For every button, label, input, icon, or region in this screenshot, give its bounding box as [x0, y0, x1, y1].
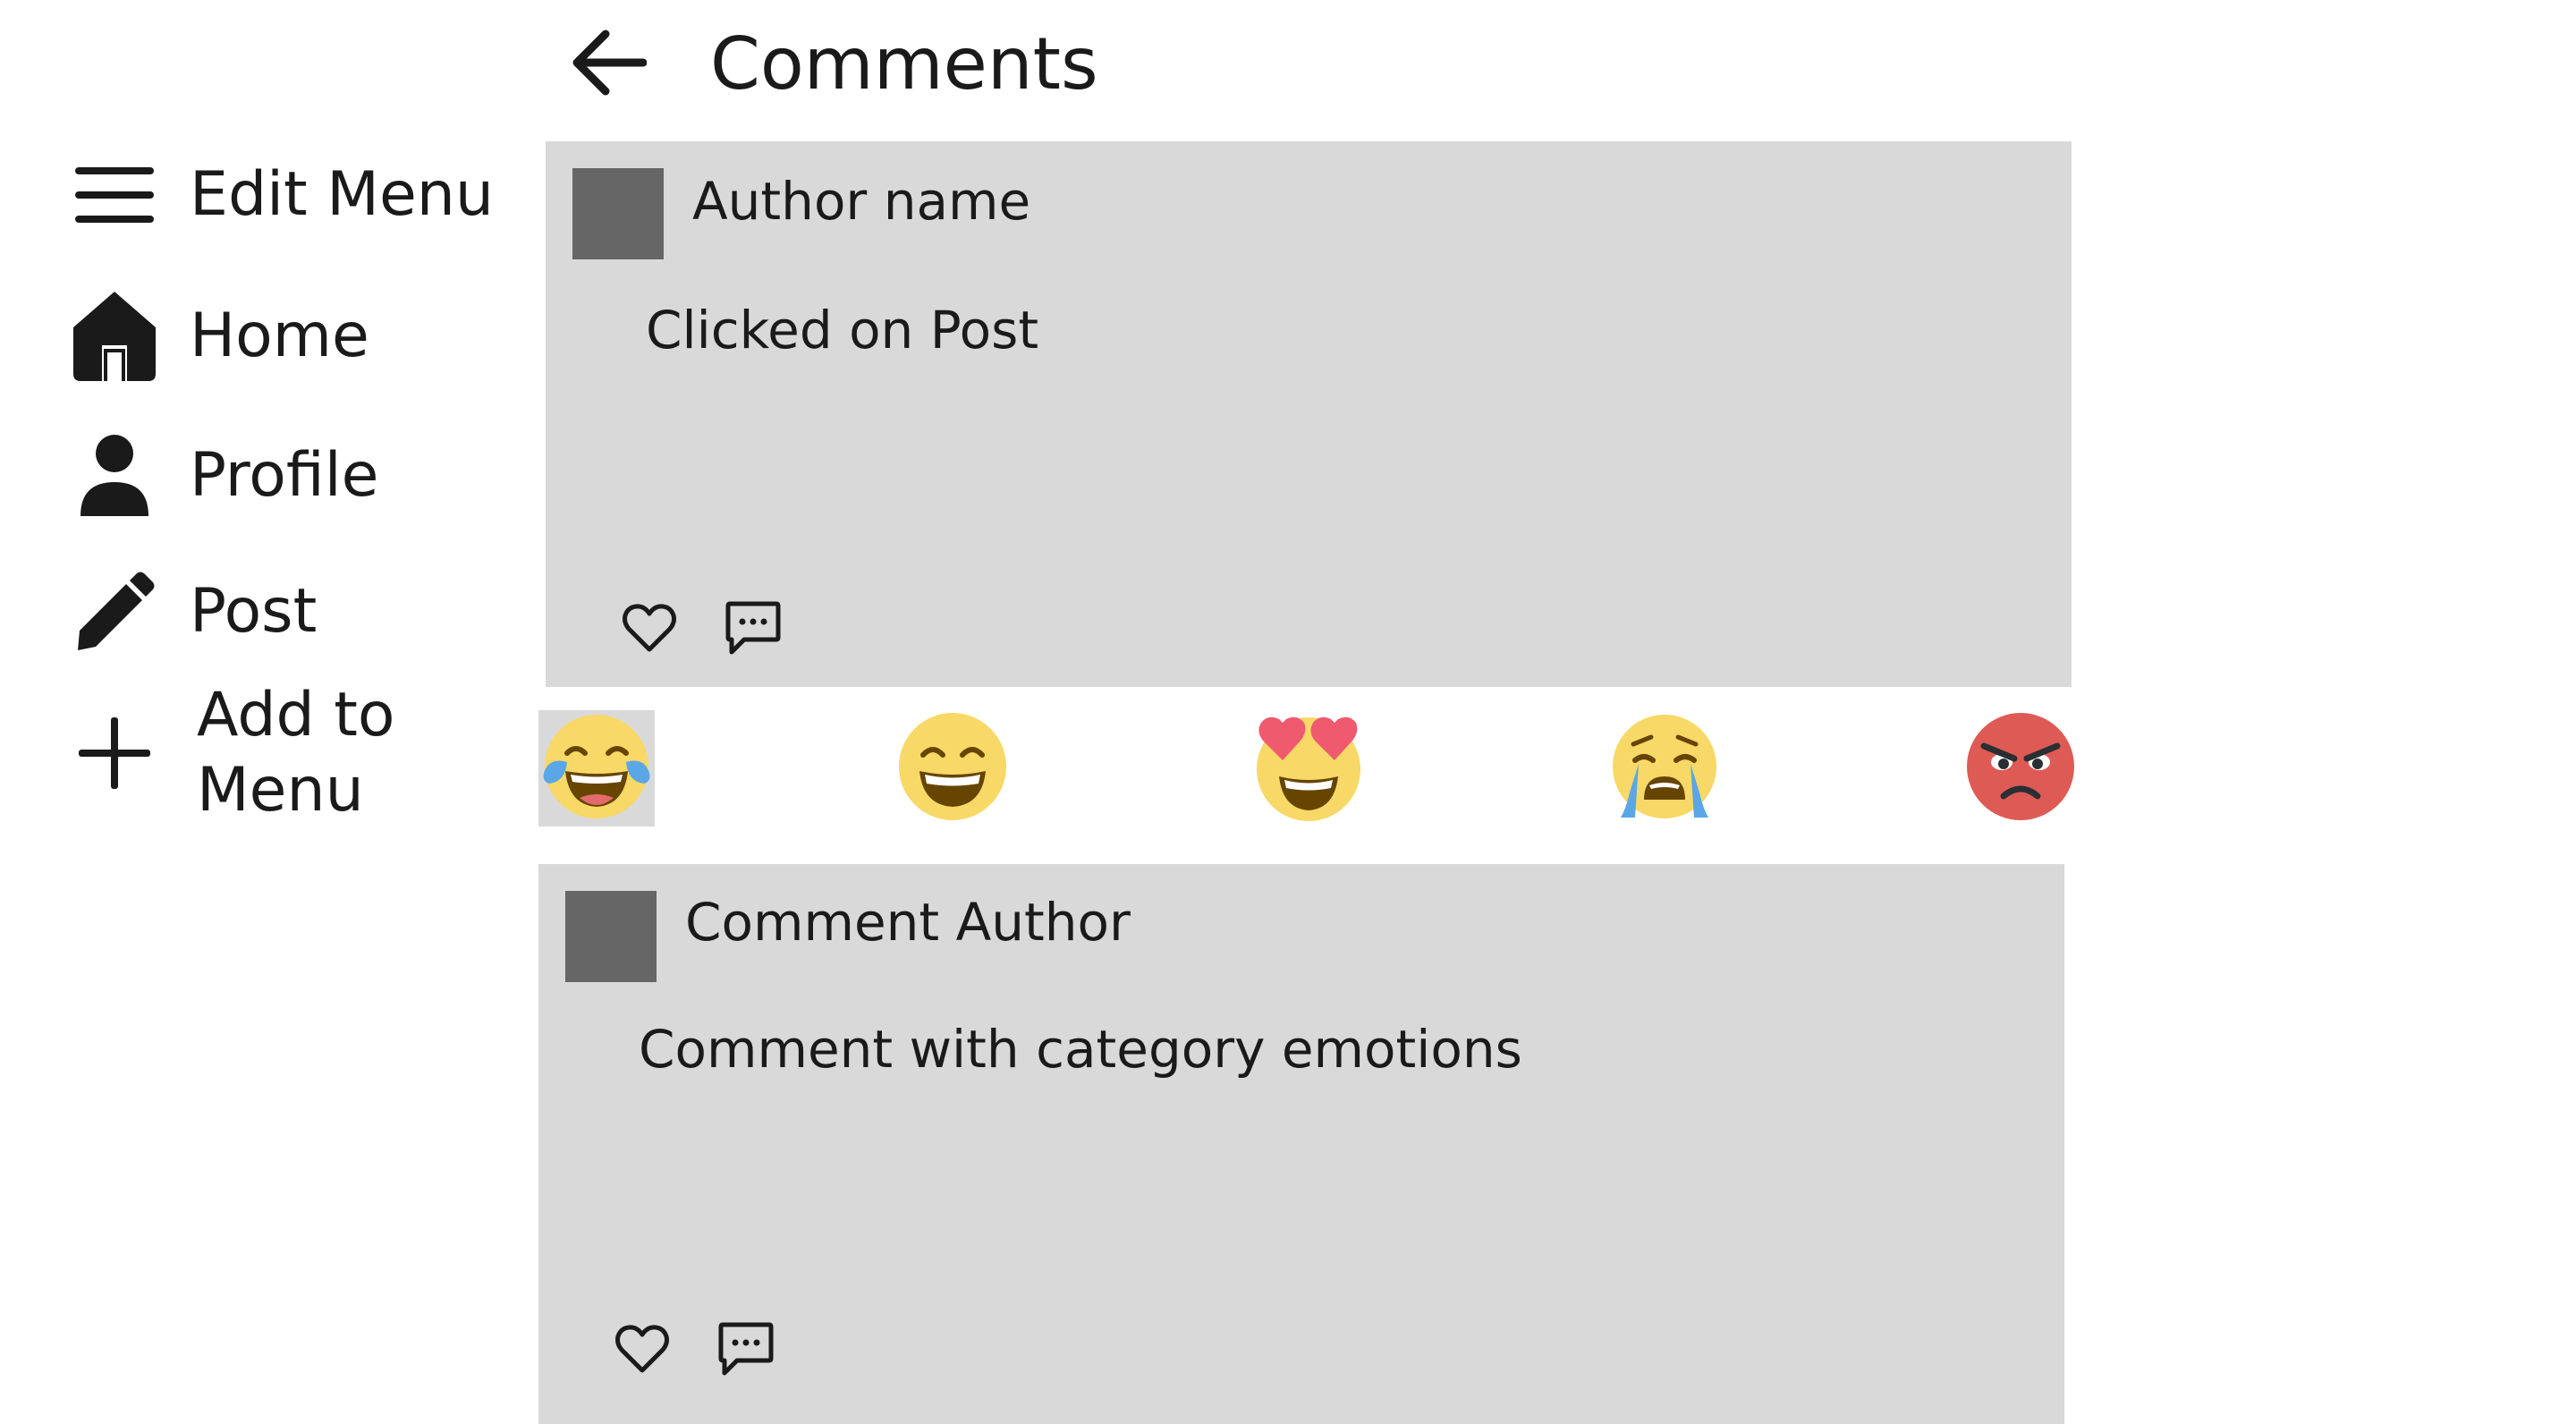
reaction-tears-of-joy[interactable]: [538, 710, 655, 826]
sidebar-item-post[interactable]: Post: [70, 567, 317, 657]
like-button[interactable]: [606, 1315, 678, 1386]
crying-emoji-icon: [1608, 710, 1721, 826]
avatar: [572, 168, 664, 259]
back-button[interactable]: [564, 20, 653, 109]
pencil-icon: [70, 567, 159, 657]
sidebar-item-label: Profile: [190, 440, 379, 511]
sidebar-item-label: Edit Menu: [190, 159, 494, 230]
comment-icon: [724, 600, 782, 659]
heart-icon: [622, 603, 677, 657]
post-author-name: Author name: [692, 171, 1031, 232]
comment-button[interactable]: [717, 594, 789, 665]
page-title: Comments: [710, 22, 1098, 106]
grinning-emoji-icon: [896, 710, 1009, 826]
sidebar-item-label: Add to Menu: [197, 680, 395, 826]
reaction-grinning[interactable]: [894, 710, 1011, 826]
sidebar-item-home[interactable]: Home: [70, 292, 369, 381]
reaction-crying[interactable]: [1606, 710, 1723, 826]
comment-card[interactable]: Comment Author Comment with category emo…: [538, 864, 2064, 1424]
reaction-angry[interactable]: [1962, 710, 2079, 826]
angry-emoji-icon: [1964, 710, 2077, 826]
person-icon: [70, 431, 159, 521]
plus-icon: [70, 708, 159, 798]
post-body: Clicked on Post: [646, 300, 1039, 360]
laughing-crying-emoji-icon: [540, 710, 653, 826]
avatar: [565, 891, 657, 982]
sidebar-item-edit-menu[interactable]: Edit Menu: [70, 150, 494, 240]
comment-body: Comment with category emotions: [639, 1019, 1522, 1080]
comment-button[interactable]: [710, 1315, 782, 1386]
comment-author-name: Comment Author: [685, 892, 1131, 953]
sidebar-item-label: Home: [190, 301, 369, 371]
like-button[interactable]: [614, 594, 685, 665]
heart-eyes-emoji-icon: [1252, 710, 1365, 826]
reaction-heart-eyes[interactable]: [1250, 710, 1367, 826]
heart-icon: [614, 1324, 670, 1377]
comment-icon: [717, 1321, 775, 1380]
sidebar-item-add-to-menu[interactable]: Add to Menu: [70, 678, 429, 828]
sidebar-item-label: Post: [190, 576, 318, 647]
hamburger-menu-icon: [70, 150, 159, 240]
post-card[interactable]: Author name Clicked on Post: [546, 141, 2072, 687]
home-icon: [70, 292, 159, 381]
arrow-left-icon: [570, 29, 648, 100]
sidebar-item-profile[interactable]: Profile: [70, 431, 378, 521]
